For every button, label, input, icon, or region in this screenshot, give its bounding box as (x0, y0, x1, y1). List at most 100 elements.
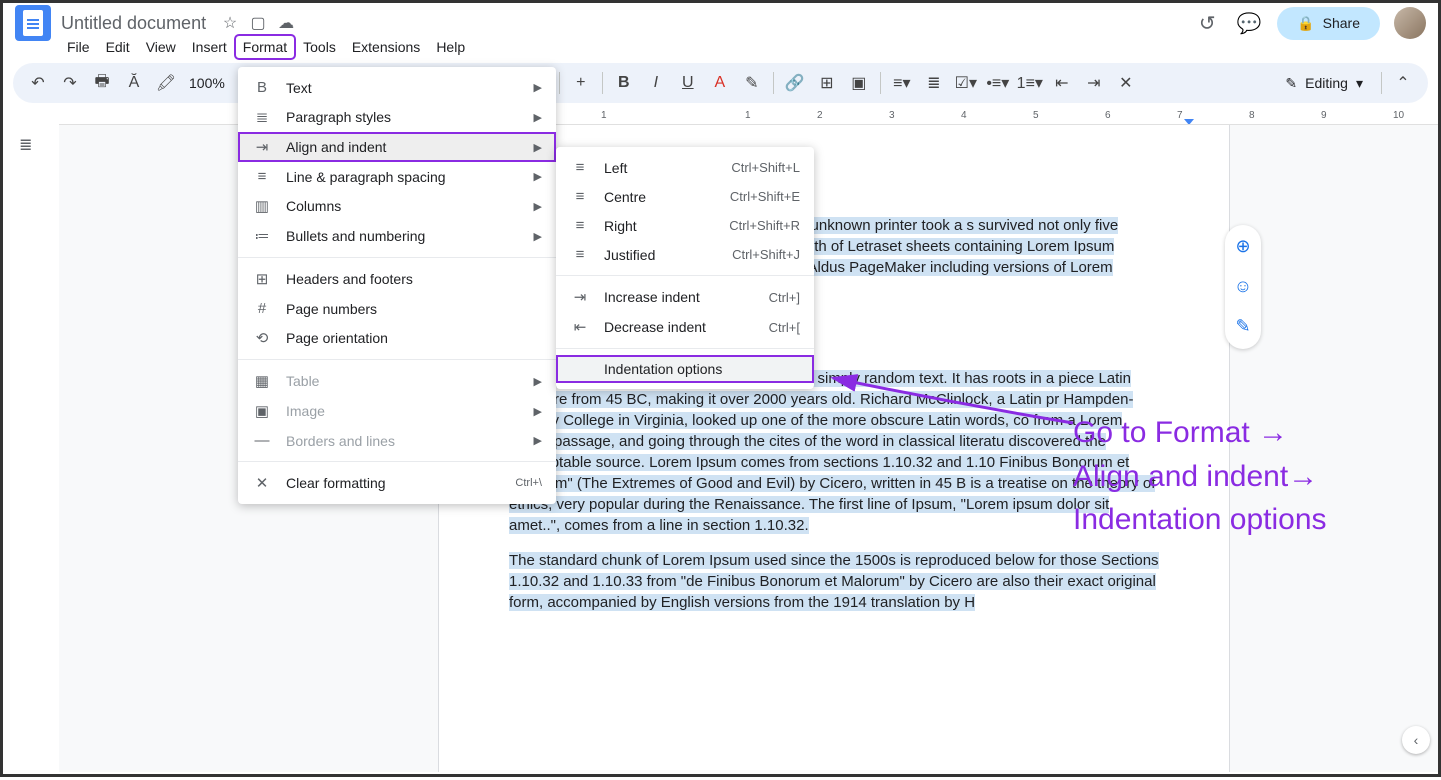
format-item-paragraph-styles[interactable]: ≣Paragraph styles▶ (238, 102, 556, 132)
menu-item-label: Page numbers (286, 301, 377, 317)
star-icon[interactable]: ☆ (220, 13, 240, 33)
submenu-arrow-icon: ▶ (534, 200, 542, 213)
menu-insert[interactable]: Insert (184, 35, 235, 59)
format-item-columns[interactable]: ▥Columns▶ (238, 191, 556, 221)
ruler-tick: 1 (601, 110, 607, 121)
italic-button[interactable]: I (641, 68, 671, 98)
collapse-toolbar-button[interactable]: ⌃ (1388, 68, 1418, 98)
menu-format[interactable]: Format (235, 35, 295, 59)
submenu-arrow-icon: ▶ (534, 230, 542, 243)
ruler-tick: 5 (1033, 110, 1039, 121)
print-button[interactable]: 🖶 (87, 68, 117, 98)
document-title[interactable]: Untitled document (61, 13, 206, 34)
suggest-icon[interactable]: ✎ (1229, 313, 1257, 341)
menu-edit[interactable]: Edit (98, 35, 138, 59)
share-button[interactable]: 🔒 Share (1277, 7, 1380, 40)
format-item-page-numbers[interactable]: #Page numbers (238, 294, 556, 323)
comments-icon[interactable]: 💬 (1235, 9, 1263, 37)
format-item-page-orientation[interactable]: ⟲Page orientation (238, 323, 556, 353)
align-item-justified[interactable]: ≡JustifiedCtrl+Shift+J (556, 240, 814, 269)
numbered-list-button[interactable]: 1≡▾ (1015, 68, 1045, 98)
body-text: Contrary to popular belief, Lorem Ipsum … (509, 370, 1155, 534)
align-item-centre[interactable]: ≡ Centre Ctrl+Shift+E (556, 182, 814, 211)
menu-item-label: Centre (604, 189, 646, 205)
ruler-tick: 1 (745, 110, 751, 121)
format-item-line-paragraph-spacing[interactable]: ≡Line & paragraph spacing▶ (238, 162, 556, 191)
format-item-clear-formatting[interactable]: ✕Clear formattingCtrl+\ (238, 468, 556, 498)
align-item-right[interactable]: ≡RightCtrl+Shift+R (556, 211, 814, 240)
annotation-line: Go to Format → (1073, 411, 1327, 455)
menu-file[interactable]: File (59, 35, 98, 59)
docs-logo-icon[interactable] (15, 5, 51, 41)
menu-item-label: Clear formatting (286, 475, 386, 491)
format-item-headers-and-footers[interactable]: ⊞Headers and footers (238, 264, 556, 294)
link-button[interactable]: 🔗 (780, 68, 810, 98)
spellcheck-button[interactable]: Ă (119, 68, 149, 98)
ruler-tick: 7 (1177, 110, 1183, 121)
history-icon[interactable]: ↺ (1193, 9, 1221, 37)
menu-item-label: Text (286, 80, 312, 96)
format-item-borders-and-lines: —Borders and lines▶ (238, 426, 556, 455)
menu-item-icon: ⇥ (570, 288, 590, 306)
align-item-left[interactable]: ≡LeftCtrl+Shift+L (556, 153, 814, 182)
menu-extensions[interactable]: Extensions (344, 35, 428, 59)
zoom-select[interactable]: 100% (183, 75, 231, 91)
add-comment-icon[interactable]: ⊕ (1229, 233, 1257, 261)
text-color-button[interactable]: A (705, 68, 735, 98)
annotation-text: Go to Format →Align and indent→Indentati… (1073, 411, 1327, 542)
checklist-button[interactable]: ☑▾ (951, 68, 981, 98)
align-item-increase-indent[interactable]: ⇥Increase indentCtrl+] (556, 282, 814, 312)
menu-shortcut: Ctrl+Shift+E (730, 189, 800, 204)
menu-item-icon: ≡ (570, 188, 590, 205)
menu-item-icon: ≡ (570, 159, 590, 176)
underline-button[interactable]: U (673, 68, 703, 98)
menu-tools[interactable]: Tools (295, 35, 344, 59)
emoji-icon[interactable]: ☺ (1229, 273, 1257, 301)
menu-item-icon: ≣ (252, 108, 272, 126)
menu-item-label: Line & paragraph spacing (286, 169, 446, 185)
editing-mode-button[interactable]: ✎ Editing ▾ (1273, 69, 1375, 98)
side-panel-toggle[interactable]: ‹ (1402, 726, 1430, 754)
bulleted-list-button[interactable]: •≡▾ (983, 68, 1013, 98)
chevron-down-icon: ▾ (1356, 75, 1363, 92)
menu-item-label: Image (286, 403, 325, 419)
outline-icon[interactable]: ≣ (19, 135, 43, 159)
bold-button[interactable]: B (609, 68, 639, 98)
editing-label: Editing (1305, 75, 1348, 91)
clear-format-button[interactable]: ✕ (1111, 68, 1141, 98)
submenu-arrow-icon: ▶ (534, 81, 542, 94)
paint-format-button[interactable]: 🖍 (151, 68, 181, 98)
format-item-text[interactable]: BText▶ (238, 73, 556, 102)
line-spacing-button[interactable]: ≣ (919, 68, 949, 98)
align-item-decrease-indent[interactable]: ⇤Decrease indentCtrl+[ (556, 312, 814, 342)
redo-button[interactable]: ↷ (55, 68, 85, 98)
decrease-indent-button[interactable]: ⇤ (1047, 68, 1077, 98)
menu-view[interactable]: View (138, 35, 184, 59)
toolbar: ↶ ↷ 🖶 Ă 🖍 100% + B I U A ✎ 🔗 ⊞ ▣ ≡▾ ≣ ☑▾… (13, 63, 1428, 103)
submenu-arrow-icon: ▶ (534, 375, 542, 388)
format-item-bullets-and-numbering[interactable]: ≔Bullets and numbering▶ (238, 221, 556, 251)
align-item-indentation-options[interactable]: Indentation options (556, 355, 814, 383)
move-icon[interactable]: ▢ (248, 13, 268, 33)
comment-button[interactable]: ⊞ (812, 68, 842, 98)
format-menu-dropdown: BText▶≣Paragraph styles▶⇥Align and inden… (238, 67, 556, 504)
menu-item-icon: ⇥ (252, 138, 272, 156)
menu-help[interactable]: Help (428, 35, 473, 59)
font-size-plus[interactable]: + (566, 68, 596, 98)
account-avatar[interactable] (1394, 7, 1426, 39)
format-item-align-and-indent[interactable]: ⇥Align and indent▶ (238, 132, 556, 162)
cloud-status-icon[interactable]: ☁ (276, 13, 296, 33)
increase-indent-button[interactable]: ⇥ (1079, 68, 1109, 98)
highlight-button[interactable]: ✎ (737, 68, 767, 98)
image-button[interactable]: ▣ (844, 68, 874, 98)
menu-item-label: Page orientation (286, 330, 388, 346)
undo-button[interactable]: ↶ (23, 68, 53, 98)
align-button[interactable]: ≡▾ (887, 68, 917, 98)
menu-shortcut: Ctrl+Shift+R (729, 218, 800, 233)
ruler-tick: 10 (1393, 110, 1404, 121)
ruler-tick: 2 (817, 110, 823, 121)
format-item-image: ▣Image▶ (238, 396, 556, 426)
menu-item-icon: ⊞ (252, 270, 272, 288)
menu-item-icon: ▦ (252, 372, 272, 390)
menu-item-label: Decrease indent (604, 319, 706, 335)
